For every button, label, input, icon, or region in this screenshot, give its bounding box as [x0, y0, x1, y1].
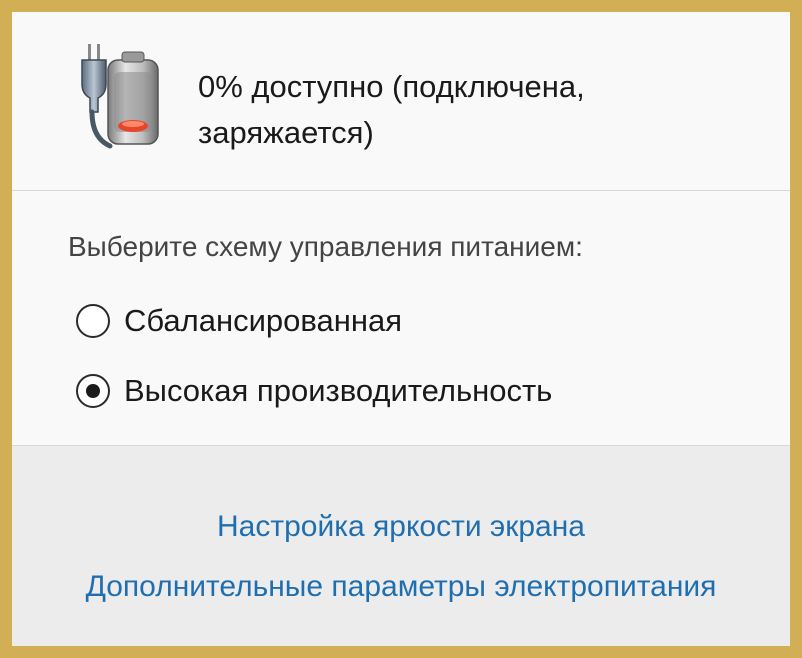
battery-flyout: 0% доступно (подключена, заряжается) Выб…: [0, 0, 802, 658]
radio-button-selected[interactable]: [76, 374, 110, 408]
links-footer: Настройка яркости экрана Дополнительные …: [12, 446, 790, 646]
battery-charging-plug-icon: [70, 42, 170, 152]
plan-option-label: Высокая производительность: [124, 373, 553, 408]
power-plan-section: Выберите схему управления питанием: Сбал…: [12, 191, 790, 445]
plan-option-label: Сбалансированная: [124, 303, 403, 338]
brightness-settings-link[interactable]: Настройка яркости экрана: [12, 510, 790, 544]
battery-status-text: 0% доступно (подключена, заряжается): [198, 69, 585, 150]
battery-status-section: 0% доступно (подключена, заряжается): [12, 12, 790, 190]
plan-option-high-performance[interactable]: Высокая производительность: [76, 371, 552, 411]
radio-button[interactable]: [76, 304, 110, 338]
power-plan-prompt: Выберите схему управления питанием:: [68, 231, 583, 262]
plan-option-balanced[interactable]: Сбалансированная: [76, 301, 402, 341]
power-options-link[interactable]: Дополнительные параметры электропитания: [12, 570, 790, 604]
